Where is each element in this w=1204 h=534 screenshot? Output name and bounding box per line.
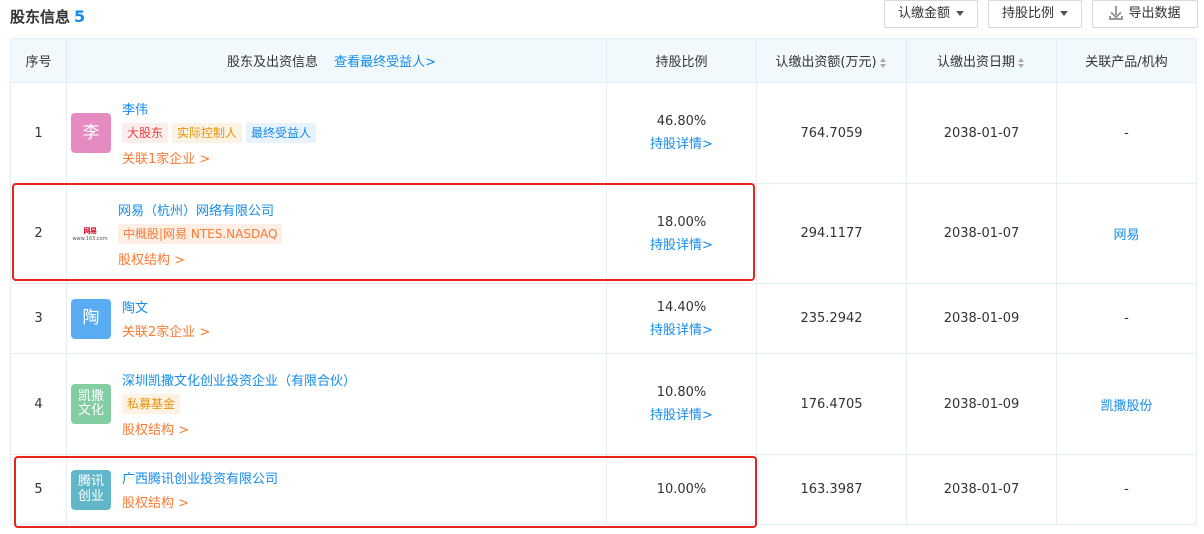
highlight-box-netease bbox=[12, 183, 755, 281]
amount-value: 163.3987 bbox=[756, 454, 907, 525]
amount-value: 294.1177 bbox=[756, 183, 907, 284]
col-header-ratio: 持股比例 bbox=[606, 38, 757, 83]
shareholder-name-link[interactable]: 深圳凯撒文化创业投资企业（有限合伙） bbox=[122, 370, 356, 389]
col-header-amount[interactable]: 认缴出资额(万元) bbox=[756, 38, 907, 83]
holding-detail-link[interactable]: 持股详情> bbox=[650, 319, 713, 338]
row-index: 4 bbox=[10, 353, 67, 455]
date-value: 2038-01-07 bbox=[906, 454, 1057, 525]
caret-down-icon bbox=[1060, 11, 1068, 16]
col-header-info: 股东及出资信息 查看最终受益人> bbox=[66, 38, 607, 83]
sort-by-amount-label: 认缴金额 bbox=[897, 6, 950, 21]
shareholder-name-link[interactable]: 陶文 bbox=[122, 297, 210, 316]
related-companies-link[interactable]: 关联1家企业 > bbox=[122, 148, 316, 167]
col-header-date[interactable]: 认缴出资日期 bbox=[906, 38, 1057, 83]
table-row: 4 凯撒文化 深圳凯撒文化创业投资企业（有限合伙） 私募基金 股权结构 > 10… bbox=[10, 353, 1197, 455]
col-header-date-label: 认缴出资日期 bbox=[936, 55, 1015, 70]
sort-by-ratio-label: 持股比例 bbox=[1001, 6, 1054, 21]
ratio-cell: 14.40% 持股详情> bbox=[606, 283, 757, 354]
tag-actual-controller[interactable]: 实际控制人 bbox=[172, 123, 243, 143]
related-companies-link[interactable]: 关联2家企业 > bbox=[122, 321, 210, 340]
col-header-index: 序号 bbox=[10, 38, 67, 83]
avatar-text: 凯撒文化 bbox=[77, 388, 104, 418]
export-data-button[interactable]: 导出数据 bbox=[1092, 0, 1198, 28]
shareholder-info-cell: 李 李伟 大股东 实际控制人 最终受益人 关联1家企业 > bbox=[66, 82, 607, 184]
tag-major-shareholder: 大股东 bbox=[122, 123, 169, 143]
avatar: 李 bbox=[71, 113, 111, 153]
date-value: 2038-01-09 bbox=[906, 353, 1057, 455]
holding-detail-link[interactable]: 持股详情> bbox=[650, 404, 713, 423]
product-value: - bbox=[1056, 82, 1197, 184]
tag-list: 私募基金 bbox=[122, 394, 356, 414]
product-value: - bbox=[1056, 283, 1197, 354]
tag-list: 大股东 实际控制人 最终受益人 bbox=[122, 123, 317, 143]
section-header: 股东信息 5 认缴金额 持股比例 导出数据 bbox=[0, 0, 1204, 34]
related-product-link[interactable]: 网易 bbox=[1113, 228, 1139, 243]
ratio-value: 10.80% bbox=[656, 385, 707, 400]
date-value: 2038-01-07 bbox=[906, 82, 1057, 184]
row-index: 1 bbox=[10, 82, 67, 184]
holding-detail-link[interactable]: 持股详情> bbox=[650, 133, 713, 152]
caret-down-icon bbox=[956, 11, 964, 16]
table-row: 3 陶 陶文 关联2家企业 > 14.40% 持股详情> 235.2942 20… bbox=[10, 283, 1197, 354]
avatar: 陶 bbox=[71, 298, 111, 339]
shareholder-count: 5 bbox=[74, 7, 86, 26]
export-data-label: 导出数据 bbox=[1128, 6, 1181, 21]
tag-beneficiary[interactable]: 最终受益人 bbox=[246, 123, 317, 143]
col-header-amount-label: 认缴出资额(万元) bbox=[775, 55, 877, 70]
shareholder-info-cell: 陶 陶文 关联2家企业 > bbox=[66, 283, 607, 354]
shareholder-name-link[interactable]: 李伟 bbox=[122, 99, 316, 118]
section-title: 股东信息 5 bbox=[10, 6, 85, 27]
product-value: 网易 bbox=[1056, 183, 1197, 284]
shareholder-info-cell: 凯撒文化 深圳凯撒文化创业投资企业（有限合伙） 私募基金 股权结构 > bbox=[66, 353, 607, 455]
table-header-row: 序号 股东及出资信息 查看最终受益人> 持股比例 认缴出资额(万元) 认缴出资日… bbox=[10, 38, 1197, 83]
related-product-link[interactable]: 凯撒股份 bbox=[1100, 399, 1152, 414]
sort-icon bbox=[1018, 57, 1026, 68]
highlight-box-tencent bbox=[14, 456, 757, 528]
amount-value: 235.2942 bbox=[756, 283, 907, 354]
row-index: 3 bbox=[10, 283, 67, 354]
amount-value: 176.4705 bbox=[756, 353, 907, 455]
ratio-value: 14.40% bbox=[656, 299, 707, 315]
date-value: 2038-01-09 bbox=[906, 283, 1057, 354]
sort-icon bbox=[879, 57, 888, 68]
product-value: - bbox=[1056, 454, 1197, 525]
view-beneficiary-link[interactable]: 查看最终受益人> bbox=[334, 55, 436, 70]
sort-by-amount-button[interactable]: 认缴金额 bbox=[884, 0, 978, 28]
section-title-text: 股东信息 bbox=[10, 8, 71, 26]
avatar: 凯撒文化 bbox=[71, 384, 111, 424]
equity-structure-link[interactable]: 股权结构 > bbox=[122, 419, 356, 438]
sort-by-ratio-button[interactable]: 持股比例 bbox=[988, 0, 1082, 28]
download-icon bbox=[1109, 5, 1124, 20]
table-row: 1 李 李伟 大股东 实际控制人 最终受益人 关联1家企业 > 46.80% 持… bbox=[10, 82, 1197, 184]
product-value: 凯撒股份 bbox=[1056, 353, 1197, 455]
col-header-product: 关联产品/机构 bbox=[1056, 38, 1197, 83]
date-value: 2038-01-07 bbox=[906, 183, 1057, 284]
col-header-info-label: 股东及出资信息 bbox=[227, 55, 319, 70]
tag-private-fund[interactable]: 私募基金 bbox=[122, 394, 181, 414]
amount-value: 764.7059 bbox=[756, 82, 907, 184]
ratio-value: 46.80% bbox=[656, 114, 707, 129]
shareholder-table: 序号 股东及出资信息 查看最终受益人> 持股比例 认缴出资额(万元) 认缴出资日… bbox=[10, 38, 1197, 525]
ratio-cell: 10.80% 持股详情> bbox=[606, 353, 757, 455]
ratio-cell: 46.80% 持股详情> bbox=[606, 82, 757, 184]
